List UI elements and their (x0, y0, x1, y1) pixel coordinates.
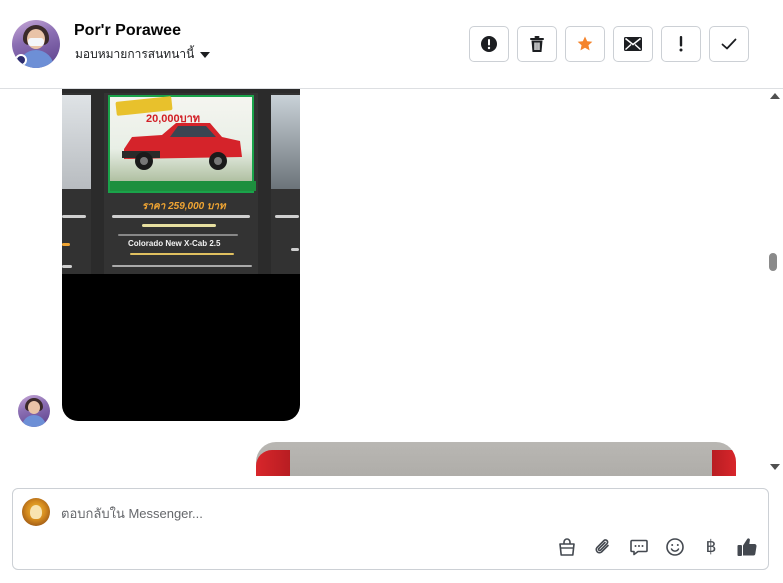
checkmark-icon (721, 38, 737, 50)
contact-message-avatar[interactable] (18, 395, 50, 427)
delete-button[interactable] (517, 26, 557, 62)
saved-replies-button[interactable] (628, 536, 650, 558)
conversation-scrollbar[interactable] (767, 89, 783, 476)
sent-photo-image[interactable] (256, 442, 736, 476)
shopping-bag-icon (559, 538, 575, 556)
star-icon (577, 36, 593, 51)
attach-button[interactable] (592, 536, 614, 558)
caret-down-icon (200, 51, 211, 58)
alert-circle-icon (481, 36, 497, 52)
shared-screenshot-image[interactable]: 20,000บาท ราคา 259,000 บาท Colorado New … (62, 89, 300, 421)
contact-avatar[interactable] (12, 20, 60, 68)
thread-header: Por'r Porawee มอบหมายการสนทนานี้ (0, 0, 783, 89)
scroll-thumb[interactable] (769, 253, 777, 271)
page-avatar (22, 498, 50, 526)
mark-unread-button[interactable] (613, 26, 653, 62)
envelope-icon (624, 37, 642, 51)
listing-model: Colorado New X-Cab 2.5 (128, 239, 221, 248)
red-pickup-truck-icon (122, 123, 242, 170)
smiley-icon (666, 538, 684, 556)
reply-composer: ฿ (12, 488, 769, 570)
assign-conversation-dropdown[interactable]: มอบหมายการสนทนานี้ (75, 45, 211, 64)
payment-button[interactable]: ฿ (700, 536, 722, 558)
mark-done-button[interactable] (709, 26, 749, 62)
composer-tools: ฿ (556, 536, 758, 558)
emoji-button[interactable] (664, 536, 686, 558)
listing-card-right (271, 93, 300, 274)
message-list[interactable]: 20,000บาท ราคา 259,000 บาท Colorado New … (0, 89, 767, 476)
listing-card-main: 20,000บาท ราคา 259,000 บาท Colorado New … (104, 93, 258, 274)
baht-icon: ฿ (705, 537, 717, 557)
truck-photo: 20,000บาท (108, 95, 256, 193)
messenger-inbox-thread: Por'r Porawee มอบหมายการสนทนานี้ 20,000บ… (0, 0, 783, 583)
reply-input[interactable] (61, 503, 751, 523)
paperclip-icon (595, 539, 609, 554)
trash-icon (530, 36, 544, 52)
contact-name[interactable]: Por'r Porawee (74, 22, 181, 40)
thread-actions (469, 26, 749, 62)
thumbs-up-icon (737, 538, 757, 556)
exclamation-icon (679, 36, 683, 52)
spam-button[interactable] (469, 26, 509, 62)
star-button[interactable] (565, 26, 605, 62)
like-button[interactable] (736, 536, 758, 558)
shop-button[interactable] (556, 536, 578, 558)
follow-up-button[interactable] (661, 26, 701, 62)
assign-label: มอบหมายการสนทนานี้ (75, 47, 195, 61)
scroll-down-arrow-icon[interactable] (770, 464, 780, 470)
scroll-up-arrow-icon[interactable] (770, 93, 780, 99)
chat-bubble-icon (630, 539, 648, 556)
listing-card-left (62, 93, 91, 274)
listing-price: ราคา 259,000 บาท (142, 201, 226, 212)
listing-carousel: 20,000บาท ราคา 259,000 บาท Colorado New … (62, 89, 300, 274)
